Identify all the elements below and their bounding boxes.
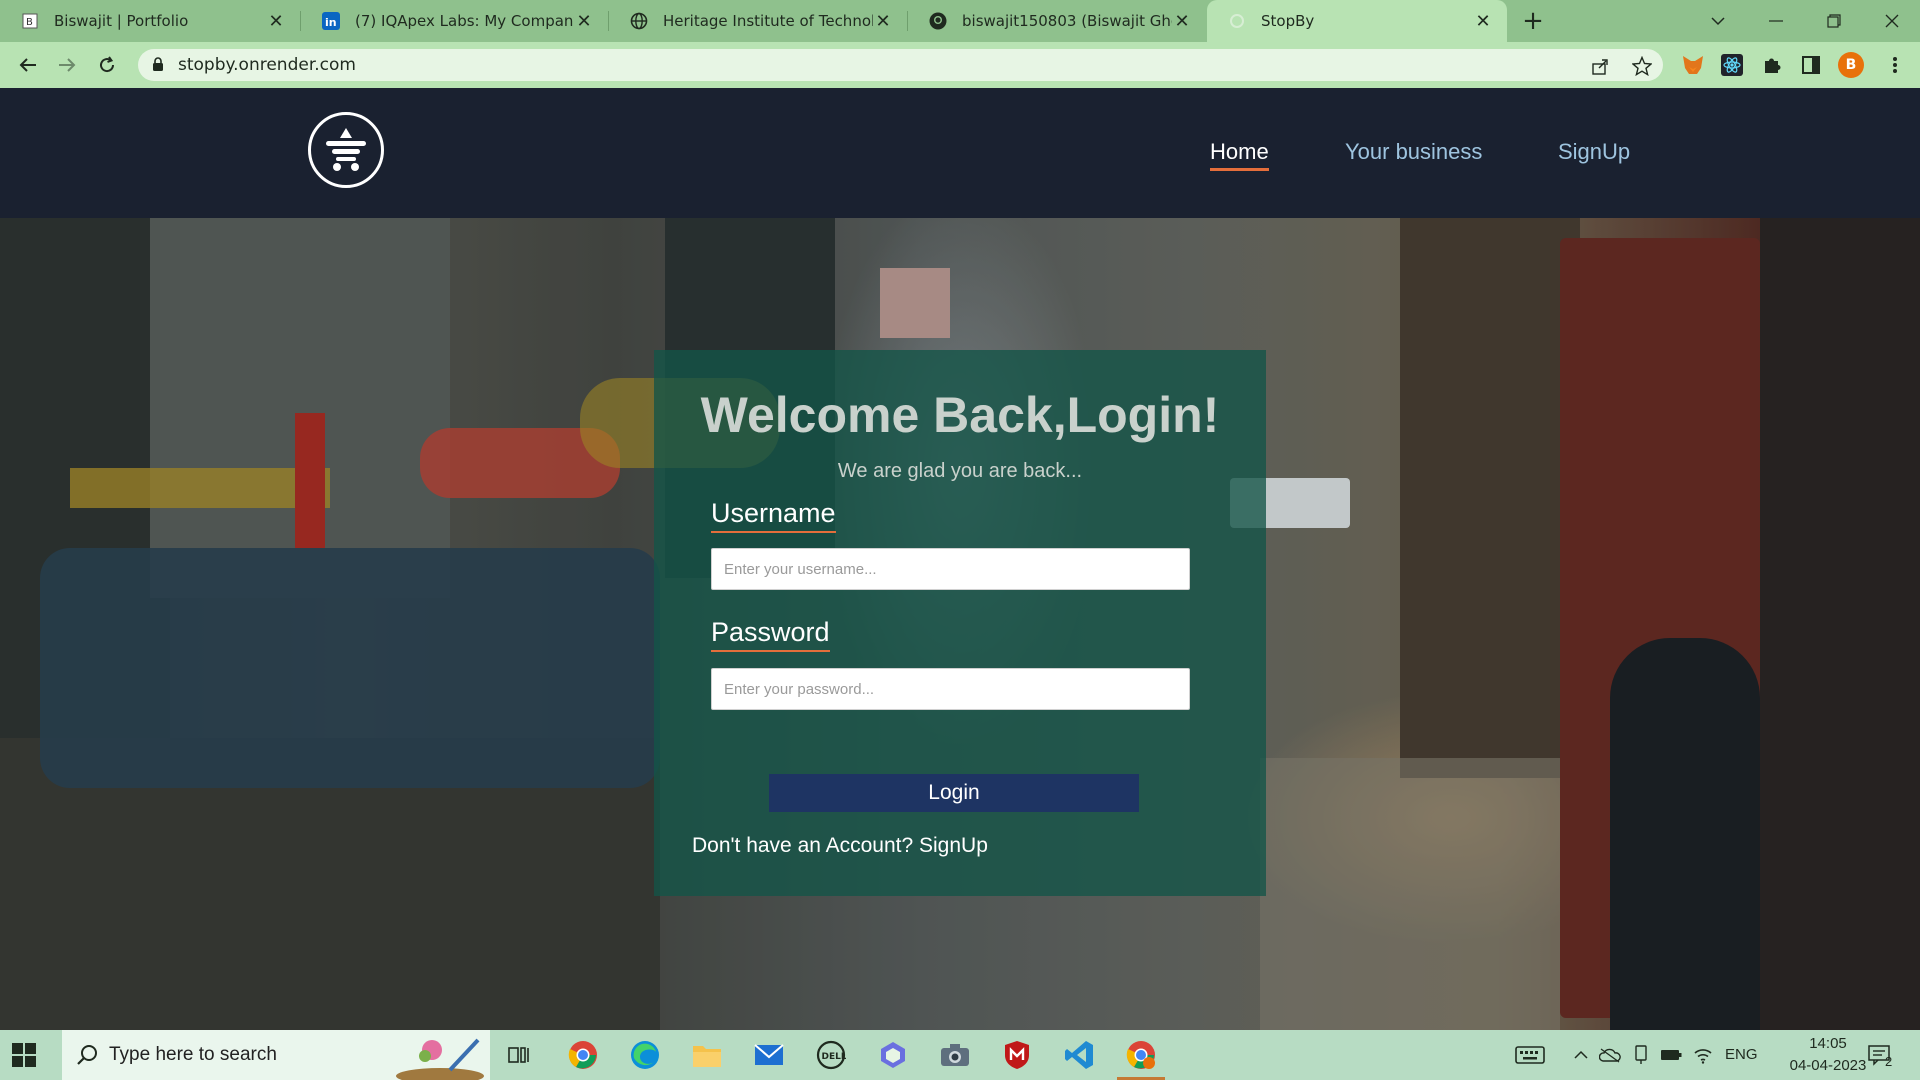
language-indicator[interactable]: ENG (1725, 1046, 1758, 1063)
tab-portfolio[interactable]: B Biswajit | Portfolio ✕ (0, 0, 300, 42)
login-title: Welcome Back,Login! (700, 387, 1220, 443)
close-window-icon[interactable] (1864, 0, 1920, 42)
svg-text:B: B (26, 17, 33, 28)
extensions-puzzle-icon[interactable] (1761, 54, 1783, 76)
reload-icon[interactable] (91, 50, 123, 80)
close-icon[interactable]: ✕ (574, 11, 594, 32)
forward-arrow-icon[interactable] (51, 50, 83, 80)
notification-count-badge: 2 (1885, 1054, 1893, 1069)
github-icon (928, 11, 948, 31)
nav-signup-link[interactable]: SignUp (1558, 139, 1630, 165)
login-subtitle: We are glad you are back... (837, 460, 1083, 482)
hero-background-photo: Welcome Back,Login! We are glad you are … (0, 218, 1920, 1030)
chrome-profile-taskbar-icon[interactable] (1117, 1038, 1165, 1080)
mcafee-shield-icon[interactable] (1000, 1038, 1034, 1072)
windows-start-icon[interactable] (12, 1043, 36, 1067)
browser-toolbar: stopby.onrender.com B (0, 42, 1920, 88)
lock-icon (152, 57, 164, 76)
address-bar[interactable]: stopby.onrender.com (138, 49, 1663, 81)
profile-avatar[interactable]: B (1838, 52, 1864, 78)
react-devtools-icon[interactable] (1721, 54, 1743, 76)
browser-tabstrip: B Biswajit | Portfolio ✕ in (7) IQApex L… (0, 0, 1920, 42)
search-icon (76, 1044, 98, 1070)
tab-title: StopBy (1261, 12, 1315, 30)
signup-prompt-link[interactable]: Don't have an Account? SignUp (692, 834, 988, 858)
tab-github[interactable]: biswajit150803 (Biswajit Ghosh) ✕ (908, 0, 1206, 42)
portfolio-favicon-icon: B (20, 11, 40, 31)
minimize-icon[interactable] (1748, 0, 1804, 42)
nav-home-link[interactable]: Home (1210, 139, 1269, 171)
linkedin-icon: in (321, 11, 341, 31)
tab-title: Heritage Institute of Technology (663, 12, 873, 30)
keyboard-icon[interactable] (1515, 1044, 1545, 1066)
camera-icon[interactable] (938, 1038, 972, 1072)
chrome-icon[interactable] (566, 1038, 600, 1072)
dell-icon[interactable]: DELL (814, 1038, 848, 1072)
tab-heritage[interactable]: Heritage Institute of Technology ✕ (609, 0, 907, 42)
taskbar-search-box[interactable]: Type here to search (62, 1030, 490, 1080)
device-icon[interactable] (1630, 1044, 1652, 1066)
password-input[interactable] (711, 668, 1190, 710)
new-tab-icon[interactable]: + (1520, 6, 1546, 36)
tab-title: (7) IQApex Labs: My Company | L (355, 12, 574, 30)
side-panel-icon[interactable] (1800, 54, 1822, 76)
site-navbar: Home Your business SignUp (0, 88, 1920, 218)
username-label: Username (711, 498, 836, 533)
mail-icon[interactable] (752, 1038, 786, 1072)
login-form: Welcome Back,Login! We are glad you are … (654, 350, 1266, 896)
close-icon[interactable]: ✕ (1473, 11, 1493, 32)
file-explorer-icon[interactable] (690, 1038, 724, 1072)
close-icon[interactable]: ✕ (1172, 11, 1192, 32)
back-arrow-icon[interactable] (12, 50, 44, 80)
restore-icon[interactable] (1806, 0, 1862, 42)
stopby-logo-icon[interactable] (308, 112, 384, 188)
wifi-icon[interactable] (1692, 1044, 1714, 1066)
task-view-icon[interactable] (502, 1038, 536, 1072)
vscode-icon[interactable] (1062, 1038, 1096, 1072)
svg-text:in: in (325, 16, 337, 29)
bookmark-star-icon[interactable] (1632, 56, 1652, 76)
metamask-fox-icon[interactable] (1682, 54, 1704, 76)
close-icon[interactable]: ✕ (873, 11, 893, 32)
copilot-hexagon-icon[interactable] (876, 1038, 910, 1072)
svg-text:DELL: DELL (822, 1052, 847, 1062)
search-placeholder: Type here to search (109, 1044, 277, 1065)
search-highlight-illustration-icon (392, 1032, 488, 1080)
clock-time[interactable]: 14:05 (1790, 1035, 1866, 1052)
loading-icon (1227, 11, 1247, 31)
windows-taskbar: Type here to search DELL ENG 14:05 04-04… (0, 1030, 1920, 1080)
tab-linkedin[interactable]: in (7) IQApex Labs: My Company | L ✕ (301, 0, 608, 42)
onedrive-cloud-icon[interactable] (1599, 1044, 1621, 1066)
username-input[interactable] (711, 548, 1190, 590)
tab-search-chevron-down-icon[interactable] (1690, 0, 1746, 42)
tab-title: biswajit150803 (Biswajit Ghosh) (962, 12, 1172, 30)
url-text: stopby.onrender.com (178, 55, 356, 75)
tab-title: Biswajit | Portfolio (54, 12, 189, 30)
chevron-up-icon[interactable] (1570, 1044, 1592, 1066)
share-icon[interactable] (1590, 56, 1610, 76)
globe-icon (629, 11, 649, 31)
nav-your-business-link[interactable]: Your business (1345, 139, 1482, 165)
login-button[interactable]: Login (769, 774, 1139, 812)
kebab-menu-icon[interactable] (1884, 54, 1906, 76)
battery-icon[interactable] (1660, 1044, 1682, 1066)
tab-stopby[interactable]: StopBy ✕ (1207, 0, 1507, 42)
close-icon[interactable]: ✕ (266, 11, 286, 32)
clock-date[interactable]: 04-04-2023 (1778, 1057, 1878, 1074)
edge-icon[interactable] (628, 1038, 662, 1072)
password-label: Password (711, 617, 830, 652)
